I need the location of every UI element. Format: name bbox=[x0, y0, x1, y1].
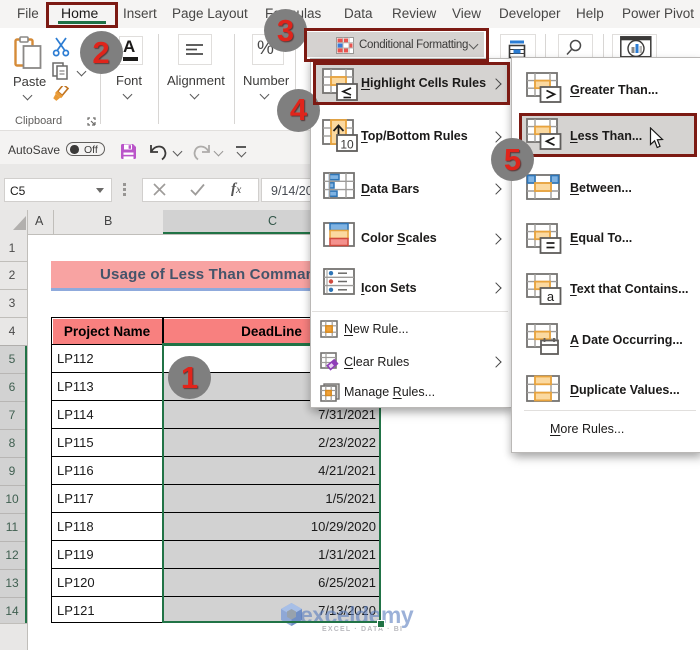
svg-text:10: 10 bbox=[340, 138, 354, 152]
svg-text:a: a bbox=[547, 289, 555, 304]
